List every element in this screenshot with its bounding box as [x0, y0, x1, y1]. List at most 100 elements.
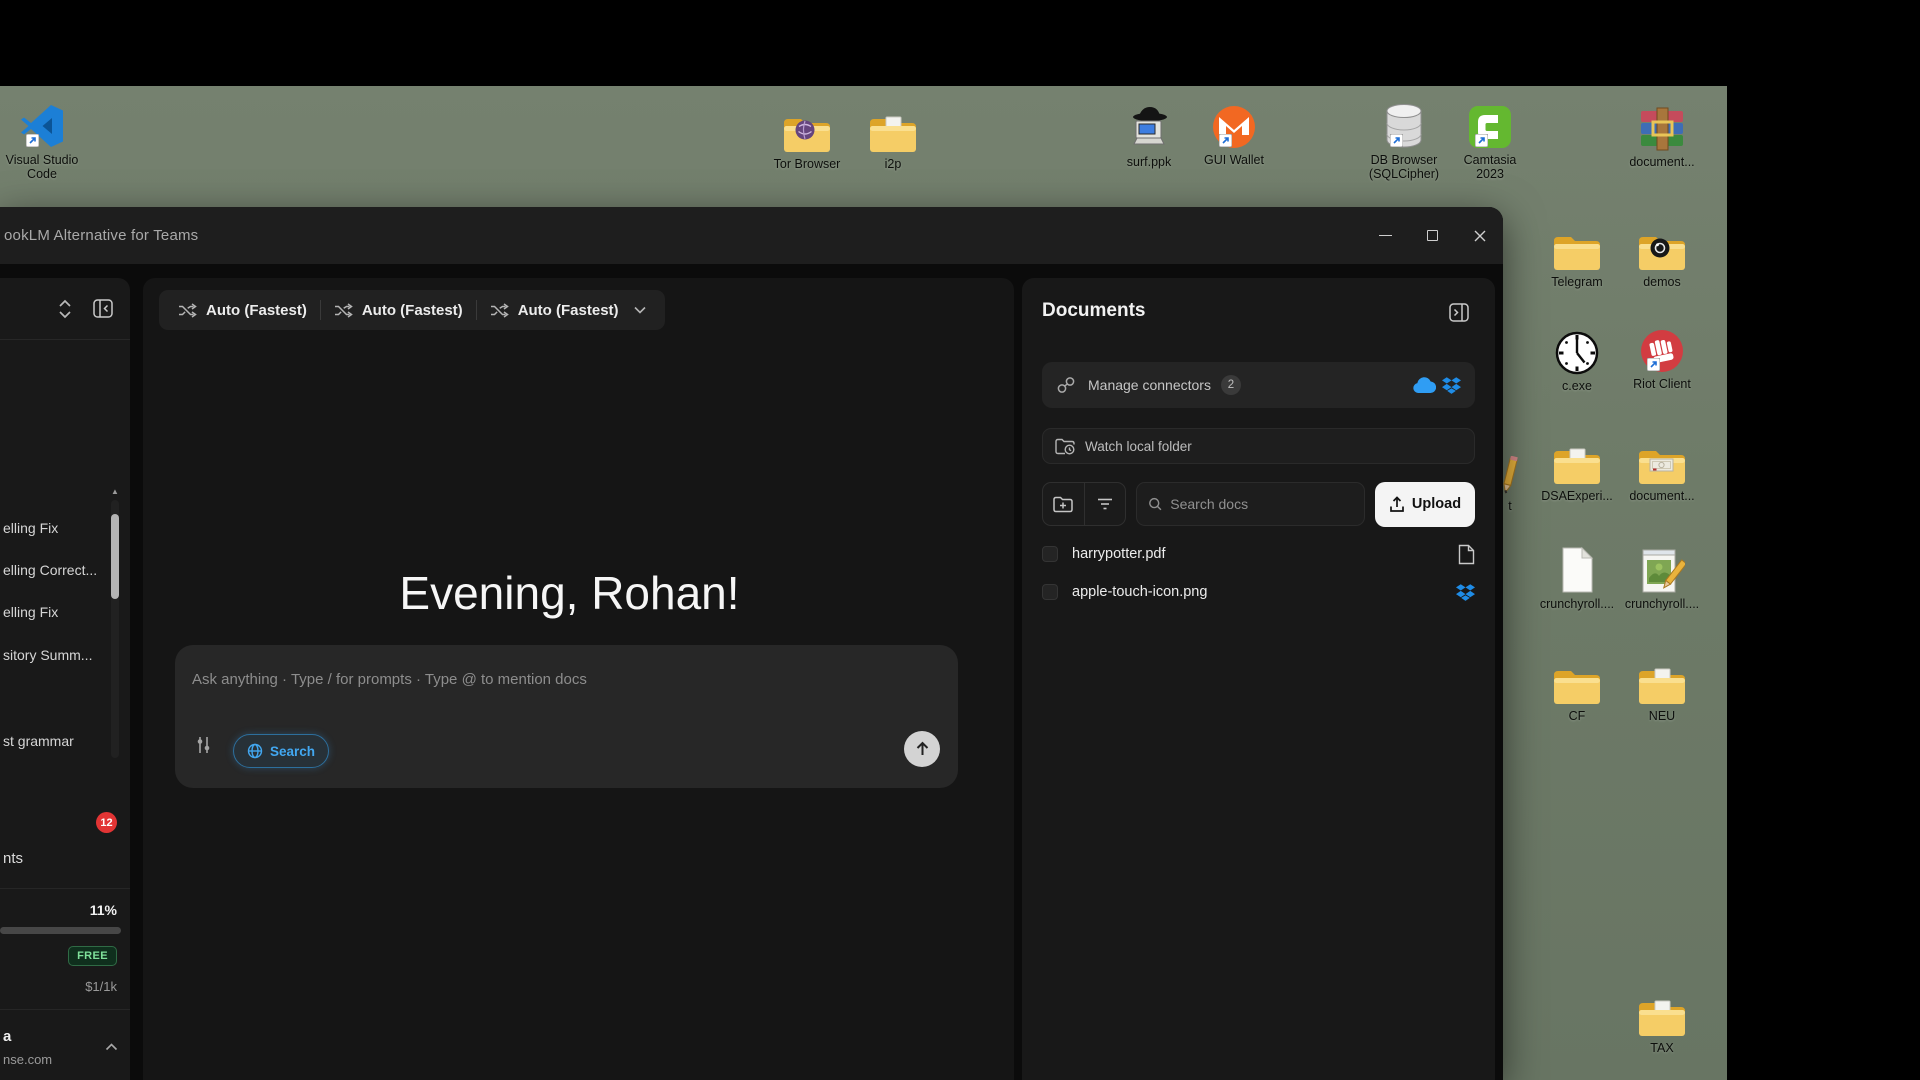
minimize-button[interactable] [1362, 207, 1409, 264]
send-button[interactable] [904, 731, 940, 767]
scrollbar-up-arrow[interactable]: ▲ [111, 488, 119, 496]
chat-history-item[interactable]: elling Fix [3, 520, 58, 536]
arrow-up-icon [915, 741, 930, 757]
main-panel: Auto (Fastest) Auto (Fastest) Auto (Fast… [143, 278, 1014, 1080]
panel-collapse-icon[interactable] [1449, 303, 1469, 327]
desktop-icon-camtasia-2023[interactable]: Camtasia 2023 [1448, 96, 1532, 182]
desktop-icon-surf-ppk[interactable]: surf.ppk [1107, 98, 1191, 169]
model-chip-label: Auto (Fastest) [206, 302, 307, 319]
desktop-icon-crunchyroll[interactable]: crunchyroll.... [1535, 540, 1619, 611]
desktop-icon-tax[interactable]: TAX [1620, 984, 1704, 1055]
model-chip-1[interactable]: Auto (Fastest) [165, 290, 320, 330]
desktop-icon-label: crunchyroll.... [1540, 597, 1614, 611]
folder-tor-icon [782, 100, 832, 154]
folder-icon [1552, 652, 1602, 706]
window-body: elling Fix elling Correct... elling Fix sit… [0, 264, 1503, 1080]
desktop-icon-label: document... [1629, 489, 1694, 503]
document-row[interactable]: harrypotter.pdf [1042, 538, 1475, 570]
close-button[interactable] [1456, 207, 1503, 264]
model-chip-3[interactable]: Auto (Fastest) [477, 290, 659, 330]
docs-search-box[interactable] [1136, 482, 1365, 526]
window-title: ookLM Alternative for Teams [4, 227, 198, 244]
tune-icon[interactable] [195, 735, 212, 760]
desktop-icon-visual-studio-code[interactable]: Visual Studio Code [0, 96, 84, 182]
folder-doc-icon [1637, 984, 1687, 1038]
sidebar-collapse-icon[interactable] [93, 299, 113, 323]
model-chip-2[interactable]: Auto (Fastest) [321, 290, 476, 330]
watch-local-folder-button[interactable]: Watch local folder [1042, 428, 1475, 464]
folder-lens-icon [1637, 218, 1687, 272]
connector-icon [1056, 376, 1076, 394]
filter-button[interactable] [1085, 483, 1126, 525]
upload-button[interactable]: Upload [1375, 482, 1475, 527]
folder-doc-icon [1637, 652, 1687, 706]
documents-panel: Documents Manage connectors 2 Watch loca… [1022, 278, 1495, 1080]
documents-toolbar: Upload [1042, 482, 1475, 526]
docs-search-input[interactable] [1170, 496, 1353, 512]
sidebar: elling Fix elling Correct... elling Fix sit… [0, 278, 130, 1080]
sidebar-scrollbar-thumb[interactable] [111, 514, 119, 599]
desktop-icon-neu[interactable]: NEU [1620, 652, 1704, 723]
chat-history-item[interactable]: sitory Summ... [3, 647, 92, 663]
shuffle-icon [334, 303, 353, 318]
desktop-icon-label: Visual Studio Code [0, 153, 84, 182]
desktop-icon-db-browser-sqlcipher[interactable]: DB Browser (SQLCipher) [1362, 96, 1446, 182]
folder-icon [1552, 218, 1602, 272]
desktop-icon-document[interactable]: document... [1620, 432, 1704, 503]
new-folder-button[interactable] [1043, 483, 1084, 525]
row-checkbox[interactable] [1042, 584, 1058, 600]
sidebar-divider [0, 1009, 130, 1010]
desktop-icon-cf[interactable]: CF [1535, 652, 1619, 723]
desktop-icon-riot-client[interactable]: Riot Client [1620, 320, 1704, 391]
row-checkbox[interactable] [1042, 546, 1058, 562]
sidebar-divider [0, 888, 130, 889]
folder-money-icon [1637, 432, 1687, 486]
ask-input[interactable]: Ask anything · Type / for prompts · Type… [175, 645, 958, 788]
connector-service-icons [1412, 377, 1461, 394]
account-domain: nse.com [3, 1052, 52, 1067]
desktop-icon-label: GUI Wallet [1204, 153, 1264, 167]
folder-doc-icon [868, 100, 918, 154]
manage-connectors-label: Manage connectors [1088, 377, 1211, 393]
camtasia-icon [1467, 96, 1513, 150]
search-icon [1148, 496, 1162, 512]
desktop-icon-document[interactable]: document... [1620, 98, 1704, 169]
desktop-icon-i2p[interactable]: i2p [851, 100, 935, 171]
desktop-icon-label: surf.ppk [1127, 155, 1171, 169]
manage-connectors-button[interactable]: Manage connectors 2 [1042, 362, 1475, 408]
maximize-button[interactable] [1409, 207, 1456, 264]
model-chip-label: Auto (Fastest) [362, 302, 463, 319]
folder-actions-group [1042, 482, 1126, 526]
folder-plus-icon [1053, 496, 1073, 513]
web-search-toggle[interactable]: Search [233, 734, 329, 768]
chat-history-item[interactable]: elling Correct... [3, 562, 97, 578]
desktop-icon-label: Camtasia 2023 [1448, 153, 1532, 182]
desktop-icon-c-exe[interactable]: c.exe [1535, 322, 1619, 393]
sidebar-nav-label[interactable]: nts [3, 850, 23, 867]
desktop-icon-label: CF [1569, 709, 1586, 723]
sidebar-header [0, 278, 130, 340]
window-controls [1362, 207, 1503, 264]
sort-icon[interactable] [57, 299, 73, 324]
greeting-heading: Evening, Rohan! [143, 566, 996, 620]
desktop-icon-tor-browser[interactable]: Tor Browser [765, 100, 849, 171]
desktop-icon-crunchyroll[interactable]: crunchyroll.... [1620, 540, 1704, 611]
desktop-icon-telegram[interactable]: Telegram [1535, 218, 1619, 289]
desktop-icon-label: TAX [1650, 1041, 1673, 1055]
notification-badge: 12 [96, 812, 117, 833]
desktop-icon-demos[interactable]: demos [1620, 218, 1704, 289]
chat-history-item[interactable]: st grammar [3, 733, 74, 749]
chat-history-item[interactable]: elling Fix [3, 604, 58, 620]
usage-percent: 11% [90, 902, 117, 918]
chevron-up-icon[interactable] [105, 1038, 118, 1056]
desktop-icon-gui-wallet[interactable]: GUI Wallet [1192, 96, 1276, 167]
desktop-icon-label: NEU [1649, 709, 1675, 723]
documents-title: Documents [1042, 300, 1145, 322]
model-chip-label: Auto (Fastest) [518, 302, 619, 319]
notepad-icon [1639, 540, 1685, 594]
winrar-icon [1638, 98, 1686, 152]
document-row[interactable]: apple-touch-icon.png [1042, 576, 1475, 608]
maximize-icon [1427, 230, 1438, 241]
desktop-icon-label: i2p [885, 157, 902, 171]
cloud-icon [1412, 377, 1436, 394]
